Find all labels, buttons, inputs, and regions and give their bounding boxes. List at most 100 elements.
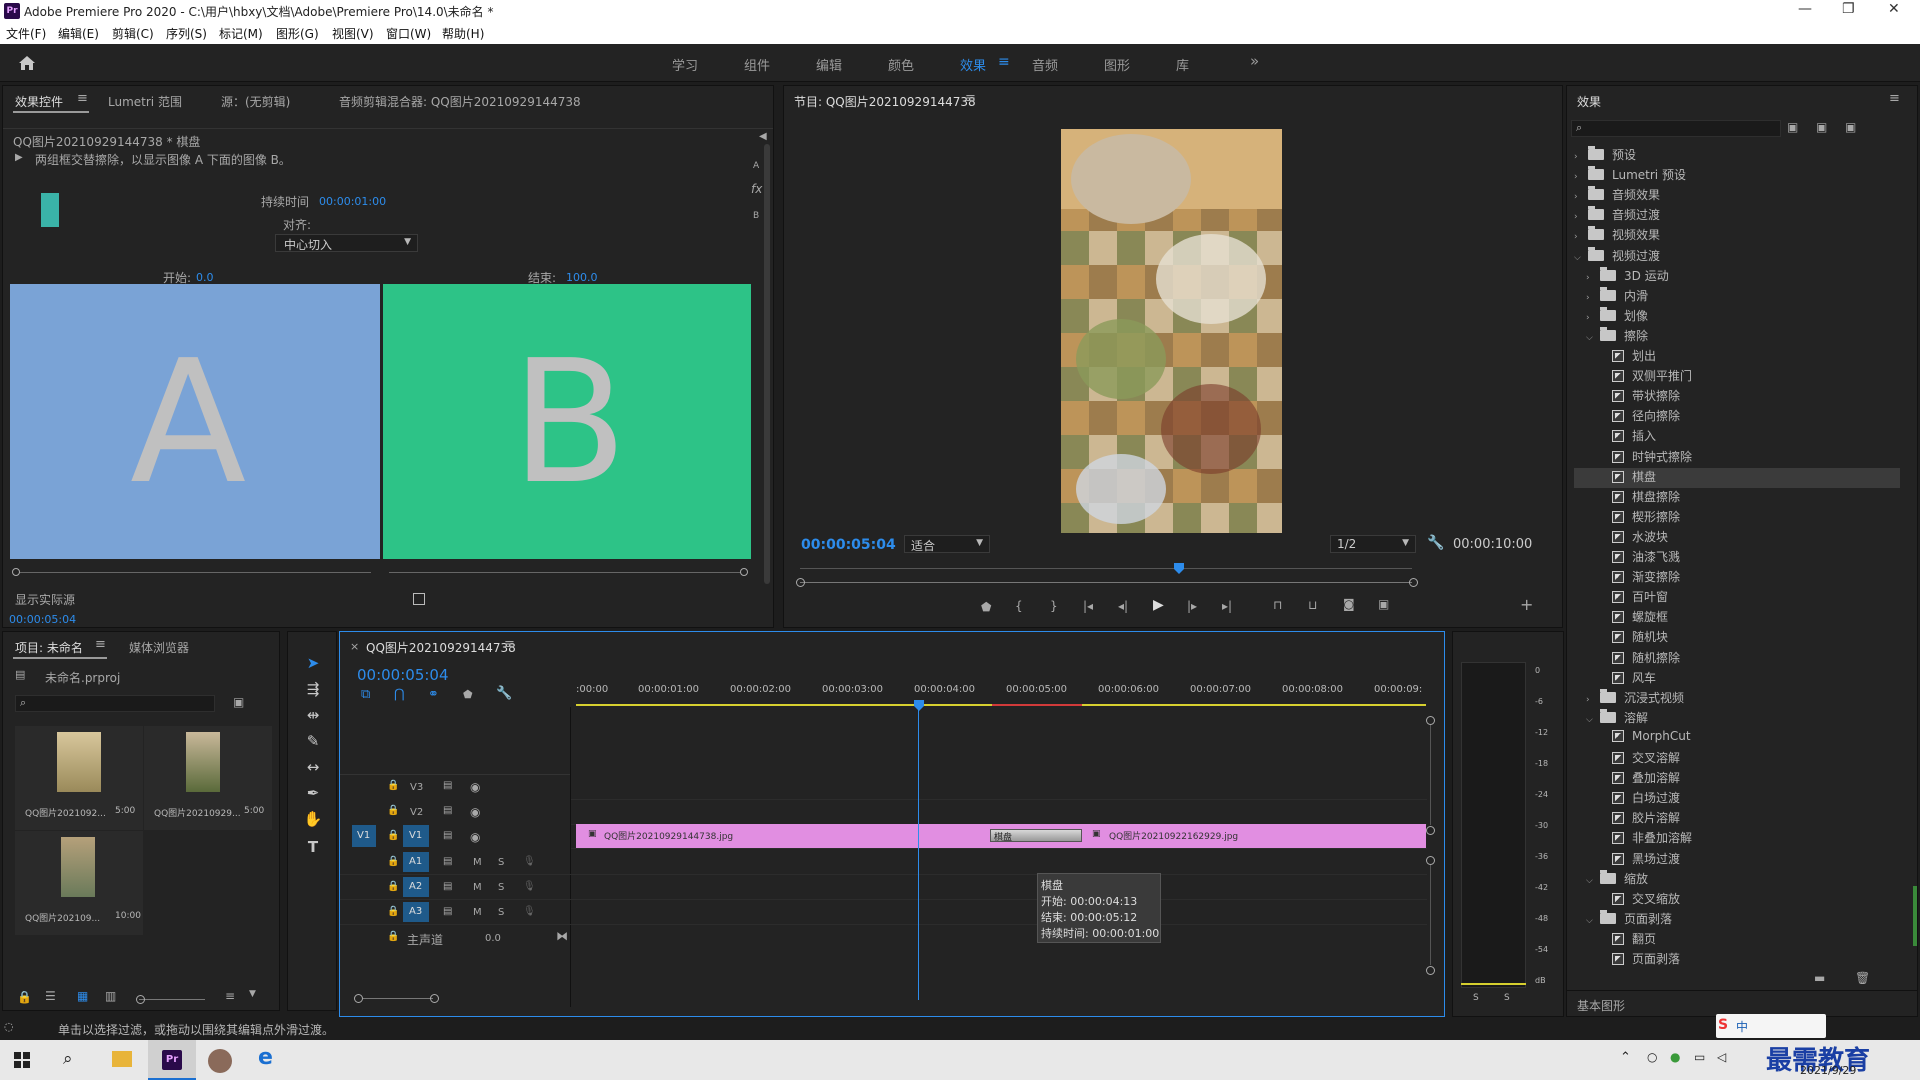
linked-selection-icon[interactable]: ⚭ bbox=[428, 687, 439, 702]
track-lock-icon[interactable]: 🔒 bbox=[387, 805, 399, 816]
chevron-down-icon[interactable]: ⌵ bbox=[1586, 916, 1600, 926]
type-tool-icon[interactable]: T bbox=[302, 836, 324, 858]
snap-icon[interactable]: ⋂ bbox=[394, 687, 405, 702]
end-slider-handle[interactable] bbox=[740, 568, 748, 576]
avatar[interactable] bbox=[208, 1049, 232, 1073]
project-search-input[interactable]: ⌕ bbox=[15, 695, 215, 712]
effect-controls-scrollbar[interactable] bbox=[764, 144, 770, 584]
mute-button[interactable]: M bbox=[473, 882, 482, 893]
time-ruler[interactable]: :00:00 00:00:01:00 00:00:02:00 00:00:03:… bbox=[576, 684, 1431, 704]
chevron-right-icon[interactable]: › bbox=[1586, 313, 1600, 323]
program-scrubber-ruler[interactable] bbox=[800, 568, 1412, 569]
track-lock-icon[interactable]: 🔒 bbox=[387, 881, 399, 892]
project-item[interactable]: QQ图片20210929... 5:00 bbox=[144, 726, 272, 830]
track-lock-icon[interactable]: 🔒 bbox=[387, 830, 399, 841]
effect-item[interactable]: 螺旋框 bbox=[1598, 608, 1668, 628]
track-target-v1[interactable]: V1 bbox=[403, 825, 429, 847]
yuv-effects-icon[interactable]: ▣ bbox=[1845, 120, 1856, 134]
menu-sequence[interactable]: 序列(S) bbox=[166, 25, 207, 42]
start-value[interactable]: 0.0 bbox=[196, 271, 214, 284]
new-bin-icon[interactable]: ▬ bbox=[1814, 971, 1825, 985]
timeline-tab[interactable]: QQ图片20210929144738 bbox=[366, 639, 516, 656]
workspace-learn[interactable]: 学习 bbox=[672, 55, 698, 74]
master-toggle-icon[interactable]: ⧓ bbox=[556, 929, 568, 943]
workspace-graphics[interactable]: 图形 bbox=[1104, 55, 1130, 74]
effect-item[interactable]: 翻页 bbox=[1598, 930, 1656, 950]
home-icon[interactable] bbox=[18, 55, 36, 71]
effect-item[interactable]: 双侧平推门 bbox=[1598, 367, 1692, 387]
chevron-down-icon[interactable]: ⌵ bbox=[1574, 253, 1588, 263]
start-slider-handle[interactable] bbox=[12, 568, 20, 576]
menu-marker[interactable]: 标记(M) bbox=[219, 25, 263, 42]
project-item[interactable]: QQ图片2021092... 5:00 bbox=[15, 726, 143, 830]
extract-icon[interactable]: ⊔ bbox=[1308, 598, 1317, 612]
timeline-timecode[interactable]: 00:00:05:04 bbox=[357, 666, 449, 684]
alignment-dropdown[interactable]: 中心切入 ▼ bbox=[275, 234, 418, 252]
eye-icon[interactable]: ◉ bbox=[470, 805, 480, 819]
collapse-icon[interactable]: ◀ bbox=[759, 131, 767, 142]
tray-app-icon[interactable]: ● bbox=[1670, 1050, 1680, 1064]
search-icon[interactable]: ⌕ bbox=[63, 1049, 73, 1069]
source-patch-v1[interactable]: V1 bbox=[352, 825, 376, 847]
effects-scrollbar[interactable] bbox=[1913, 886, 1917, 946]
freeform-view-icon[interactable]: ▥ bbox=[105, 989, 116, 1003]
tab-audio-clip-mixer[interactable]: 音频剪辑混合器: QQ图片20210929144738 bbox=[339, 93, 581, 110]
comparison-view-icon[interactable]: ▣ bbox=[1378, 597, 1389, 611]
effect-controls-time[interactable]: 00:00:05:04 bbox=[9, 613, 76, 626]
close-tab-icon[interactable]: × bbox=[350, 640, 359, 653]
go-to-in-icon[interactable]: |◂ bbox=[1083, 599, 1093, 613]
track-target-a3[interactable]: A3 bbox=[403, 902, 429, 922]
effect-item[interactable]: 径向擦除 bbox=[1598, 407, 1680, 427]
chevron-up-icon[interactable]: ⌃ bbox=[1620, 1050, 1631, 1065]
chevron-right-icon[interactable]: › bbox=[1586, 273, 1600, 283]
menu-help[interactable]: 帮助(H) bbox=[442, 25, 484, 42]
timeline-playhead-icon[interactable] bbox=[913, 700, 925, 712]
mic-icon[interactable]: 🎙 bbox=[523, 906, 536, 917]
sync-lock-icon[interactable]: ▤ bbox=[443, 856, 452, 867]
workspace-menu-icon[interactable]: ≡ bbox=[998, 54, 1010, 70]
delete-icon[interactable]: 🗑 bbox=[1855, 971, 1870, 985]
taskbar-premiere[interactable]: Pr bbox=[148, 1040, 196, 1080]
tab-project[interactable]: 项目: 未命名 bbox=[15, 639, 83, 656]
selection-tool-icon[interactable]: ➤ bbox=[302, 652, 324, 674]
new-bin-icon[interactable]: ▣ bbox=[233, 695, 244, 709]
effects-folder[interactable]: ⌵ 页面剥落 bbox=[1586, 909, 1672, 930]
chevron-right-icon[interactable]: › bbox=[1574, 192, 1588, 202]
effects-folder[interactable]: ⌵ 缩放 bbox=[1586, 869, 1648, 890]
transition-clip[interactable]: 棋盘 bbox=[990, 829, 1082, 843]
a-scroll-handle[interactable] bbox=[1426, 856, 1435, 865]
workspace-assembly[interactable]: 组件 bbox=[744, 55, 770, 74]
workspace-effects[interactable]: 效果 bbox=[960, 55, 986, 74]
menu-edit[interactable]: 编辑(E) bbox=[58, 25, 99, 42]
sync-lock-icon[interactable]: ▤ bbox=[443, 881, 452, 892]
h-scroll-handle-right[interactable] bbox=[430, 994, 439, 1003]
step-forward-icon[interactable]: |▸ bbox=[1187, 599, 1197, 613]
minimize-button[interactable]: — bbox=[1798, 1, 1812, 17]
effects-folder[interactable]: › 3D 运动 bbox=[1586, 266, 1669, 287]
tab-lumetri-scopes[interactable]: Lumetri 范围 bbox=[108, 93, 182, 110]
mute-button[interactable]: M bbox=[473, 907, 482, 918]
menu-window[interactable]: 窗口(W) bbox=[386, 25, 431, 42]
slip-tool-icon[interactable]: ↔ bbox=[302, 756, 324, 778]
track-lock-icon[interactable]: 🔒 bbox=[387, 856, 399, 867]
program-zoom-bar[interactable] bbox=[800, 582, 1412, 583]
program-menu-icon[interactable]: ≡ bbox=[965, 91, 976, 106]
workspace-color[interactable]: 颜色 bbox=[888, 55, 914, 74]
h-scrollbar[interactable] bbox=[363, 998, 433, 999]
settings-wrench-icon[interactable]: 🔧 bbox=[1427, 535, 1444, 551]
sync-lock-icon[interactable]: ▤ bbox=[443, 906, 452, 917]
start-slider[interactable] bbox=[15, 572, 371, 573]
effects-folder[interactable]: › 预设 bbox=[1574, 146, 1636, 166]
effect-item[interactable]: 叠加溶解 bbox=[1598, 769, 1680, 789]
workspace-more-icon[interactable]: » bbox=[1250, 52, 1259, 70]
tab-effect-controls[interactable]: 效果控件 bbox=[15, 93, 63, 110]
volume-icon[interactable]: ◁ bbox=[1717, 1050, 1726, 1064]
effects-folder[interactable]: ⌵ 视频过渡 bbox=[1574, 246, 1660, 267]
play-preview-icon[interactable]: ▶ bbox=[15, 152, 23, 163]
hand-tool-icon[interactable]: ✋ bbox=[302, 808, 324, 830]
effect-item[interactable]: 渐变擦除 bbox=[1598, 568, 1680, 588]
audio-scrollbar[interactable] bbox=[1430, 865, 1431, 965]
effect-item[interactable]: 风车 bbox=[1598, 669, 1656, 689]
chevron-right-icon[interactable]: › bbox=[1574, 152, 1588, 162]
step-back-icon[interactable]: ◂| bbox=[1118, 599, 1128, 613]
